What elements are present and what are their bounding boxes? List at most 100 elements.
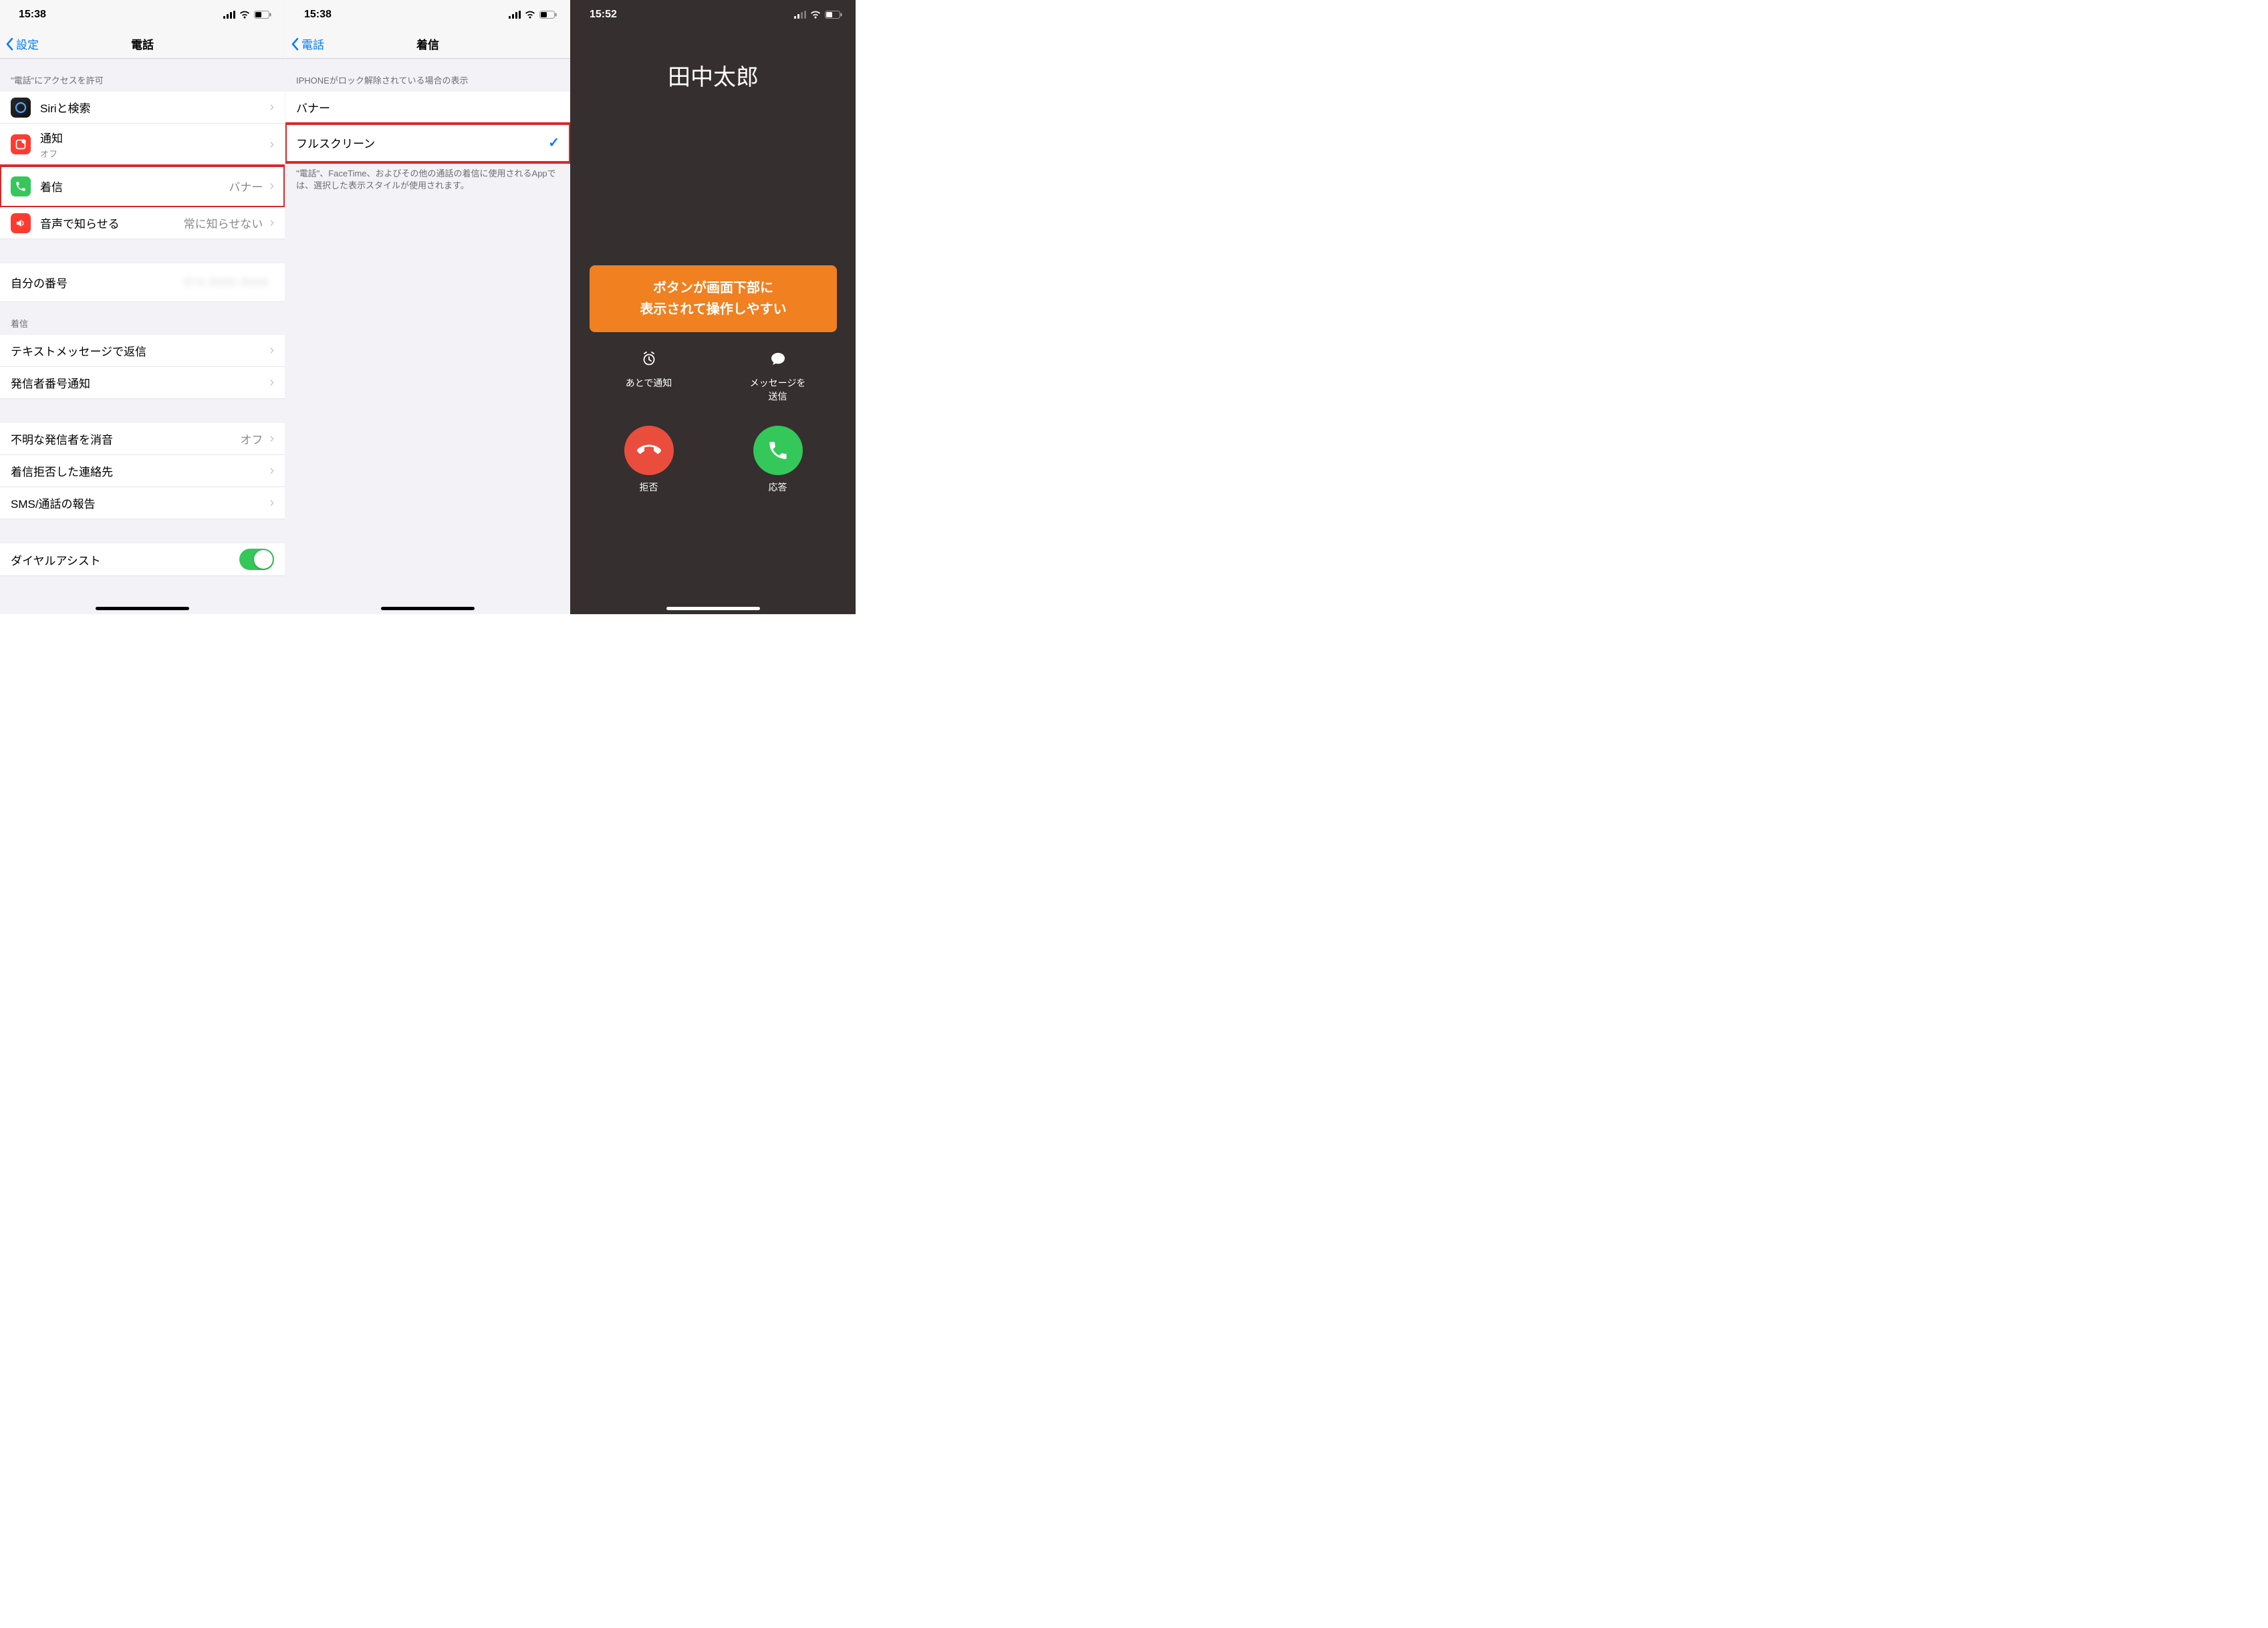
row-caller-id[interactable]: 発信者番号通知 › [0, 367, 285, 399]
callout-line: ボタンが画面下部に [599, 277, 828, 299]
settings-content: "電話"にアクセスを許可 Siriと検索 › 通知 オフ › 着信 バナー [0, 59, 285, 576]
phone-down-icon [637, 438, 661, 462]
row-blocked-contacts[interactable]: 着信拒否した連絡先 › [0, 455, 285, 487]
chevron-right-icon: › [269, 137, 274, 152]
phone-icon [11, 176, 31, 196]
chevron-right-icon: › [269, 343, 274, 358]
back-button[interactable]: 電話 [285, 35, 324, 52]
nav-title: 電話 [0, 35, 285, 52]
accept-circle [753, 426, 803, 475]
chevron-right-icon: › [269, 375, 274, 390]
notification-icon [11, 134, 31, 154]
primary-actions-row: 拒否 応答 [571, 426, 856, 494]
home-indicator[interactable] [666, 607, 760, 610]
status-bar: 15:52 [571, 0, 856, 29]
option-fullscreen[interactable]: フルスクリーン ✓ [285, 124, 570, 162]
nav-title: 着信 [285, 35, 570, 52]
row-value-hidden: 070 0000 0000 [184, 276, 269, 289]
home-indicator[interactable] [96, 607, 189, 610]
action-label: メッセージを 送信 [750, 376, 806, 403]
secondary-actions-row: あとで通知 メッセージを 送信 [571, 351, 856, 403]
cellular-icon [223, 11, 235, 19]
action-label: あとで通知 [626, 376, 672, 390]
incoming-call-screen: 15:52 田中太郎 ボタンが画面下部に 表示されて操作しやすい あとで通知 [570, 0, 856, 614]
message-icon [770, 351, 786, 371]
wifi-icon [525, 11, 535, 19]
status-icons [794, 11, 842, 19]
status-time: 15:38 [304, 9, 332, 21]
checkmark-icon: ✓ [548, 134, 559, 151]
row-label: 着信拒否した連絡先 [11, 462, 268, 479]
row-dial-assist[interactable]: ダイヤルアシスト [0, 543, 285, 576]
row-label: テキストメッセージで返信 [11, 342, 268, 359]
row-sms-call-report[interactable]: SMS/通話の報告 › [0, 487, 285, 519]
chevron-right-icon: › [269, 100, 274, 115]
annotation-callout: ボタンが画面下部に 表示されて操作しやすい [590, 265, 837, 332]
status-time: 15:52 [590, 9, 617, 21]
option-label: バナー [296, 99, 559, 116]
status-icons [223, 11, 271, 19]
row-label: 自分の番号 [11, 274, 184, 291]
row-label: Siriと検索 [40, 99, 268, 116]
row-my-number[interactable]: 自分の番号 070 0000 0000 [0, 263, 285, 302]
section-header: IPHONEがロック解除されている場合の表示 [285, 59, 570, 92]
callout-line: 表示されて操作しやすい [599, 299, 828, 320]
siri-icon [11, 98, 31, 118]
chevron-right-icon: › [269, 215, 274, 231]
chevron-right-icon: › [269, 178, 274, 194]
wifi-icon [239, 11, 250, 19]
nav-bar: 設定 電話 [0, 29, 285, 59]
cellular-icon [509, 11, 521, 19]
back-label: 電話 [301, 35, 324, 52]
phone-settings-screen: 15:38 設定 電話 "電話"にアクセスを許可 Siriと検索 › [0, 0, 285, 614]
row-value: オフ [240, 430, 263, 447]
chevron-left-icon [5, 37, 13, 51]
row-label: 音声で知らせる [40, 215, 184, 231]
accept-button[interactable]: 応答 [738, 426, 818, 494]
cellular-icon [794, 11, 806, 19]
status-icons [509, 11, 557, 19]
row-label: 通知 [40, 129, 268, 146]
home-indicator[interactable] [381, 607, 475, 610]
option-banner[interactable]: バナー [285, 92, 570, 124]
row-label: SMS/通話の報告 [11, 495, 268, 511]
option-label: フルスクリーン [296, 134, 548, 151]
caller-name: 田中太郎 [571, 59, 856, 92]
row-label: ダイヤルアシスト [11, 551, 239, 568]
chevron-right-icon: › [269, 495, 274, 511]
row-incoming-calls[interactable]: 着信 バナー › [0, 166, 285, 207]
section-footer: "電話"、FaceTime、およびその他の通話の着信に使用されるAppでは、選択… [285, 162, 570, 199]
decline-button[interactable]: 拒否 [609, 426, 689, 494]
phone-icon [767, 439, 789, 462]
remind-later-button[interactable]: あとで通知 [609, 351, 689, 403]
row-announce-calls[interactable]: 音声で知らせる 常に知らせない › [0, 207, 285, 239]
battery-icon [254, 11, 271, 19]
alarm-icon [641, 351, 657, 371]
speaker-icon [11, 213, 31, 233]
chevron-right-icon: › [269, 463, 274, 479]
dial-assist-toggle[interactable] [239, 549, 274, 570]
wifi-icon [810, 11, 821, 19]
row-notifications[interactable]: 通知 オフ › [0, 124, 285, 166]
status-bar: 15:38 [0, 0, 285, 29]
row-label: 発信者番号通知 [11, 374, 268, 391]
row-siri-search[interactable]: Siriと検索 › [0, 92, 285, 124]
row-label: 不明な発信者を消音 [11, 430, 240, 447]
incoming-content: IPHONEがロック解除されている場合の表示 バナー フルスクリーン ✓ "電話… [285, 59, 570, 199]
action-label: 拒否 [640, 481, 658, 494]
row-silence-unknown[interactable]: 不明な発信者を消音 オフ › [0, 423, 285, 455]
chevron-right-icon: › [269, 431, 274, 446]
call-content: 田中太郎 ボタンが画面下部に 表示されて操作しやすい あとで通知 メッセージを … [571, 29, 856, 614]
battery-icon [825, 11, 842, 19]
status-time: 15:38 [19, 9, 46, 21]
battery-icon [539, 11, 557, 19]
incoming-display-screen: 15:38 電話 着信 IPHONEがロック解除されている場合の表示 バナー フ… [285, 0, 570, 614]
action-label: 応答 [769, 481, 787, 494]
nav-bar: 電話 着信 [285, 29, 570, 59]
back-button[interactable]: 設定 [0, 35, 39, 52]
row-value: 常に知らせない [184, 215, 263, 231]
status-bar: 15:38 [285, 0, 570, 29]
section-header-incoming: 着信 [0, 302, 285, 335]
row-text-reply[interactable]: テキストメッセージで返信 › [0, 335, 285, 367]
send-message-button[interactable]: メッセージを 送信 [738, 351, 818, 403]
